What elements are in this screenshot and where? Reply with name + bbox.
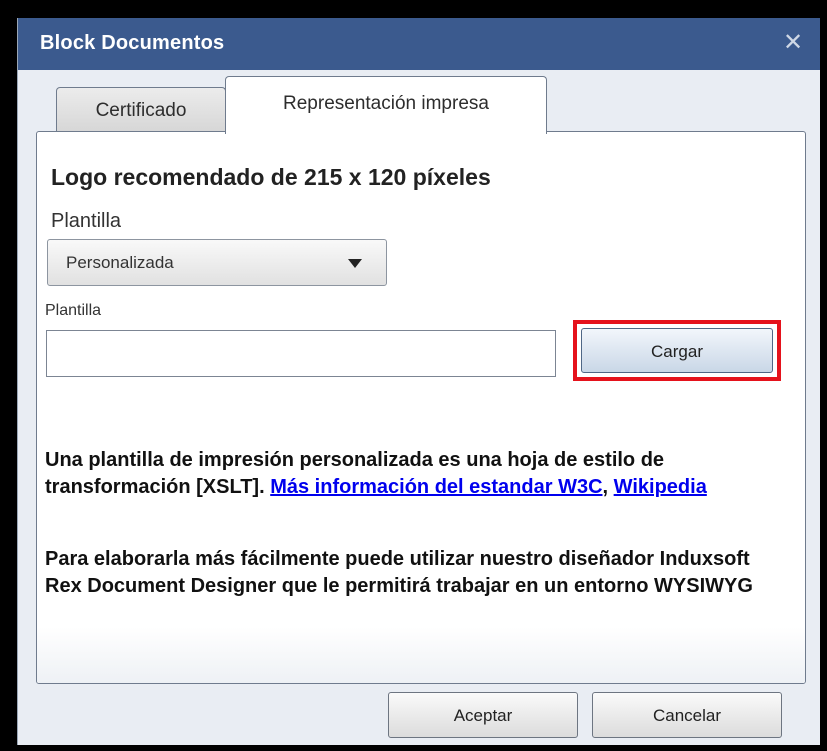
accept-button[interactable]: Aceptar — [388, 692, 578, 738]
window-title: Block Documentos — [40, 32, 225, 54]
logo-recommendation-heading: Logo recomendado de 215 x 120 píxeles — [51, 164, 491, 190]
wikipedia-link[interactable]: Wikipedia — [614, 476, 707, 498]
cancel-button[interactable]: Cancelar — [592, 692, 782, 738]
template-file-label: Plantilla — [45, 302, 102, 319]
tab-panel: Logo recomendado de 215 x 120 píxeles Pl… — [36, 131, 806, 684]
tab-label: Representación impresa — [283, 93, 489, 114]
info-paragraph: Una plantilla de impresión personalizada… — [45, 447, 765, 501]
tab-certificado[interactable]: Certificado — [56, 87, 226, 131]
w3c-info-link[interactable]: Más información del estandar W3C — [270, 476, 602, 498]
template-label: Plantilla — [51, 210, 122, 232]
designer-paragraph: Para elaborarla más fácilmente puede uti… — [45, 548, 753, 597]
template-file-input[interactable] — [46, 330, 556, 377]
dialog-window: Block Documentos ✕ Certificado Represent… — [17, 18, 820, 745]
chevron-down-icon — [348, 259, 362, 268]
template-select[interactable]: Personalizada — [47, 239, 387, 286]
tab-label: Certificado — [95, 100, 187, 121]
title-bar: Block Documentos ✕ — [18, 18, 820, 70]
panel-fade — [37, 627, 805, 683]
load-button[interactable]: Cargar — [581, 328, 773, 373]
close-icon[interactable]: ✕ — [780, 30, 806, 56]
link-separator: , — [602, 476, 614, 498]
template-select-value: Personalizada — [66, 253, 174, 272]
tab-representacion-impresa[interactable]: Representación impresa — [225, 76, 547, 134]
